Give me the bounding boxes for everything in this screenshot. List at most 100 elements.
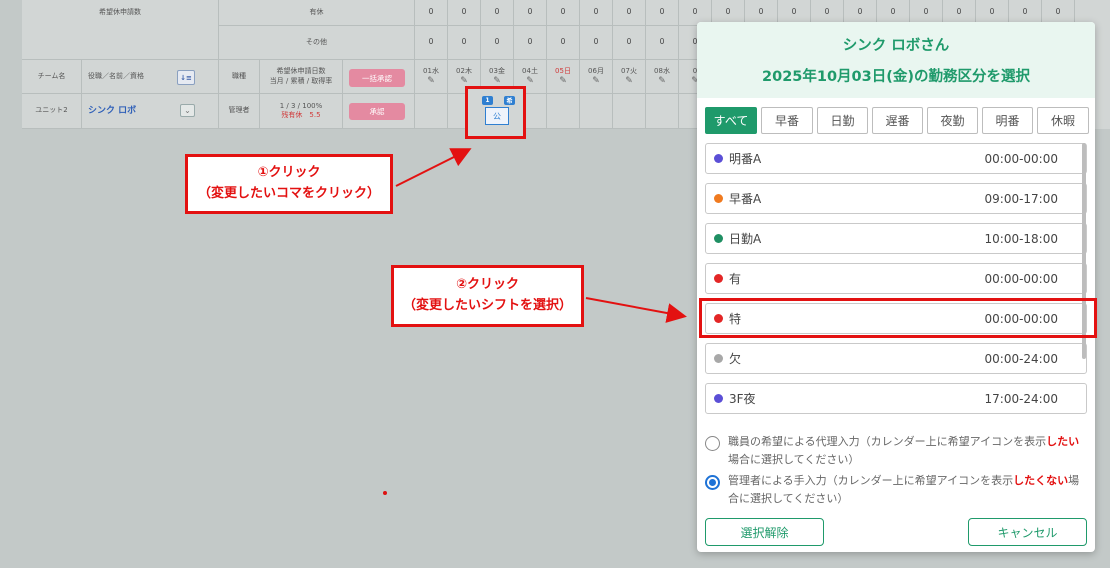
shift-select-dialog: シンク ロボさん 2025年10月03日(金)の勤務区分を選択 すべて 早番 日勤遅… — [697, 22, 1095, 552]
shift-name: 3F夜 — [729, 392, 756, 406]
count-cell: 0 — [547, 26, 580, 60]
tab-0[interactable]: すべて — [705, 107, 757, 134]
shift-time: 09:00-17:00 — [984, 191, 1059, 206]
callout-step1: ①クリック （変更したいコマをクリック） — [185, 154, 393, 214]
staff-name-cell: シンク ロボ — [82, 94, 219, 129]
pencil-icon: ✎ — [592, 75, 600, 86]
count-cell: 0 — [580, 26, 613, 60]
count-cell: 0 — [613, 0, 646, 26]
callout-step1-title: ①クリック — [257, 165, 321, 181]
shift-time: 00:00-00:00 — [984, 271, 1059, 286]
approve-button[interactable]: 承認 — [349, 103, 405, 120]
manual-input-label: 管理者による手入力（カレンダー上に希望アイコンを表示したくない場合に選択してくだ… — [728, 474, 1080, 505]
count-cell: 0 — [415, 0, 448, 26]
shift-option[interactable]: 日勤A 10:00-18:00 — [705, 223, 1087, 254]
manual-input-option[interactable]: 管理者による手入力（カレンダー上に希望アイコンを表示したくない場合に選択してくだ… — [705, 472, 1085, 507]
shift-name: 日勤A — [729, 232, 762, 246]
shift-option[interactable]: 欠 00:00-24:00 — [705, 343, 1087, 374]
count-cell: 0 — [448, 26, 481, 60]
shift-value-box: 公 — [485, 107, 509, 125]
callout-step1-detail: （変更したいコマをクリック） — [197, 186, 380, 201]
pencil-icon: ✎ — [625, 75, 633, 86]
shift-time: 17:00-24:00 — [984, 391, 1059, 406]
cancel-button[interactable]: キャンセル — [968, 518, 1087, 546]
shift-name: 欠 — [729, 352, 742, 366]
tab-1[interactable]: 早番 — [761, 107, 813, 134]
remaining-leave-value: 残有休 5.5 — [281, 111, 321, 119]
tab-6[interactable]: 休暇 — [1037, 107, 1089, 134]
tab-4[interactable]: 夜勤 — [927, 107, 978, 134]
paid-leave-row-label: 有休 — [219, 0, 415, 26]
shift-list: 明番A 00:00-00:00 早番A 09:00-17:00 日勤A 10:00-18:… — [705, 141, 1087, 414]
count-cell: 0 — [481, 0, 514, 26]
day-header[interactable]: 01水 ✎ — [415, 60, 448, 94]
shift-name: 特 — [729, 312, 742, 326]
day-header[interactable]: 07火 ✎ — [613, 60, 646, 94]
tab-3[interactable]: 遅番 — [872, 107, 923, 134]
chevron-down-icon: ⌄ — [184, 106, 191, 115]
request-count-label: 希望休申請数 — [22, 0, 219, 60]
shift-color-dot — [714, 194, 723, 203]
dialog-subtitle: 2025年10月03日(金)の勤務区分を選択 — [762, 69, 1030, 85]
shift-name: 有 — [729, 272, 742, 286]
proxy-input-radio[interactable] — [705, 436, 720, 451]
callout-step2: ②クリック （変更したいシフトを選択） — [391, 265, 584, 327]
day-header[interactable]: 08水 ✎ — [646, 60, 679, 94]
team-cell: ユニット2 — [22, 94, 82, 129]
day-cell[interactable] — [646, 94, 679, 129]
staff-name-link[interactable]: シンク ロボ — [88, 105, 136, 117]
shift-list-scrollbar[interactable] — [1082, 143, 1086, 359]
count-cell: 0 — [613, 26, 646, 60]
other-row-label: その他 — [219, 26, 415, 60]
tab-5[interactable]: 明番 — [982, 107, 1033, 134]
day-cell[interactable] — [613, 94, 646, 129]
shift-option[interactable]: 有 00:00-00:00 — [705, 263, 1087, 294]
count-cell: 0 — [514, 26, 547, 60]
shift-option[interactable]: 3F夜 17:00-24:00 — [705, 383, 1087, 414]
red-dot-marker — [383, 491, 387, 495]
job-column-header: 職種 — [219, 60, 260, 94]
tab-2[interactable]: 日勤 — [817, 107, 868, 134]
count-cell: 0 — [415, 26, 448, 60]
team-column-header: チーム名 — [22, 60, 82, 94]
proxy-input-label: 職員の希望による代理入力（カレンダー上に希望アイコンを表示したい場合に選択してく… — [728, 435, 1080, 466]
callout-step2-detail: （変更したいシフトを選択） — [402, 298, 572, 313]
pencil-icon: ✎ — [559, 75, 567, 86]
pencil-icon: ✎ — [493, 75, 501, 86]
shift-color-dot — [714, 154, 723, 163]
shift-time: 00:00-24:00 — [984, 351, 1059, 366]
role-name-column-header: 役職／名前／資格 — [82, 60, 219, 94]
shift-name: 明番A — [729, 152, 762, 166]
pencil-icon: ✎ — [427, 75, 435, 86]
shift-category-tabs: すべて 早番 日勤 遅番 夜勤 明番 休暇 — [705, 107, 1089, 134]
sort-icon: ↓≡ — [180, 73, 192, 82]
staff-expand-button[interactable]: ⌄ — [180, 104, 195, 117]
selected-shift-cell[interactable]: 1 希 公 — [465, 86, 526, 139]
role-name-header-label: 役職／名前／資格 — [88, 71, 144, 80]
shift-color-dot — [714, 314, 723, 323]
callout-step2-title: ②クリック — [455, 277, 519, 293]
pencil-icon: ✎ — [526, 75, 534, 86]
proxy-input-option[interactable]: 職員の希望による代理入力（カレンダー上に希望アイコンを表示したい場合に選択してく… — [705, 433, 1085, 468]
day-cell[interactable] — [547, 94, 580, 129]
manual-input-radio[interactable] — [705, 475, 720, 490]
day-cell[interactable] — [415, 94, 448, 129]
day-header[interactable]: 05日 ✎ — [547, 60, 580, 94]
day-cell[interactable] — [580, 94, 613, 129]
pencil-icon: ✎ — [460, 75, 468, 86]
dialog-title: シンク ロボさん — [842, 38, 950, 54]
bulk-approve-button[interactable]: 一括承認 — [349, 69, 405, 87]
shift-time: 00:00-00:00 — [984, 311, 1059, 326]
request-count-badge: 1 — [482, 96, 493, 105]
count-cell: 0 — [481, 26, 514, 60]
day-header[interactable]: 06月 ✎ — [580, 60, 613, 94]
dialog-header: シンク ロボさん 2025年10月03日(金)の勤務区分を選択 — [697, 22, 1095, 98]
request-days-column-header: 希望休申請日数 当月 / 累積 / 取得率 — [260, 60, 343, 94]
count-cell: 0 — [547, 0, 580, 26]
shift-option[interactable]: 早番A 09:00-17:00 — [705, 183, 1087, 214]
clear-selection-button[interactable]: 選択解除 — [705, 518, 824, 546]
shift-option[interactable]: 明番A 00:00-00:00 — [705, 143, 1087, 174]
sort-button[interactable]: ↓≡ — [177, 70, 195, 85]
request-days-header-line1: 希望休申請日数 — [276, 67, 326, 76]
shift-option[interactable]: 特 00:00-00:00 — [705, 303, 1087, 334]
